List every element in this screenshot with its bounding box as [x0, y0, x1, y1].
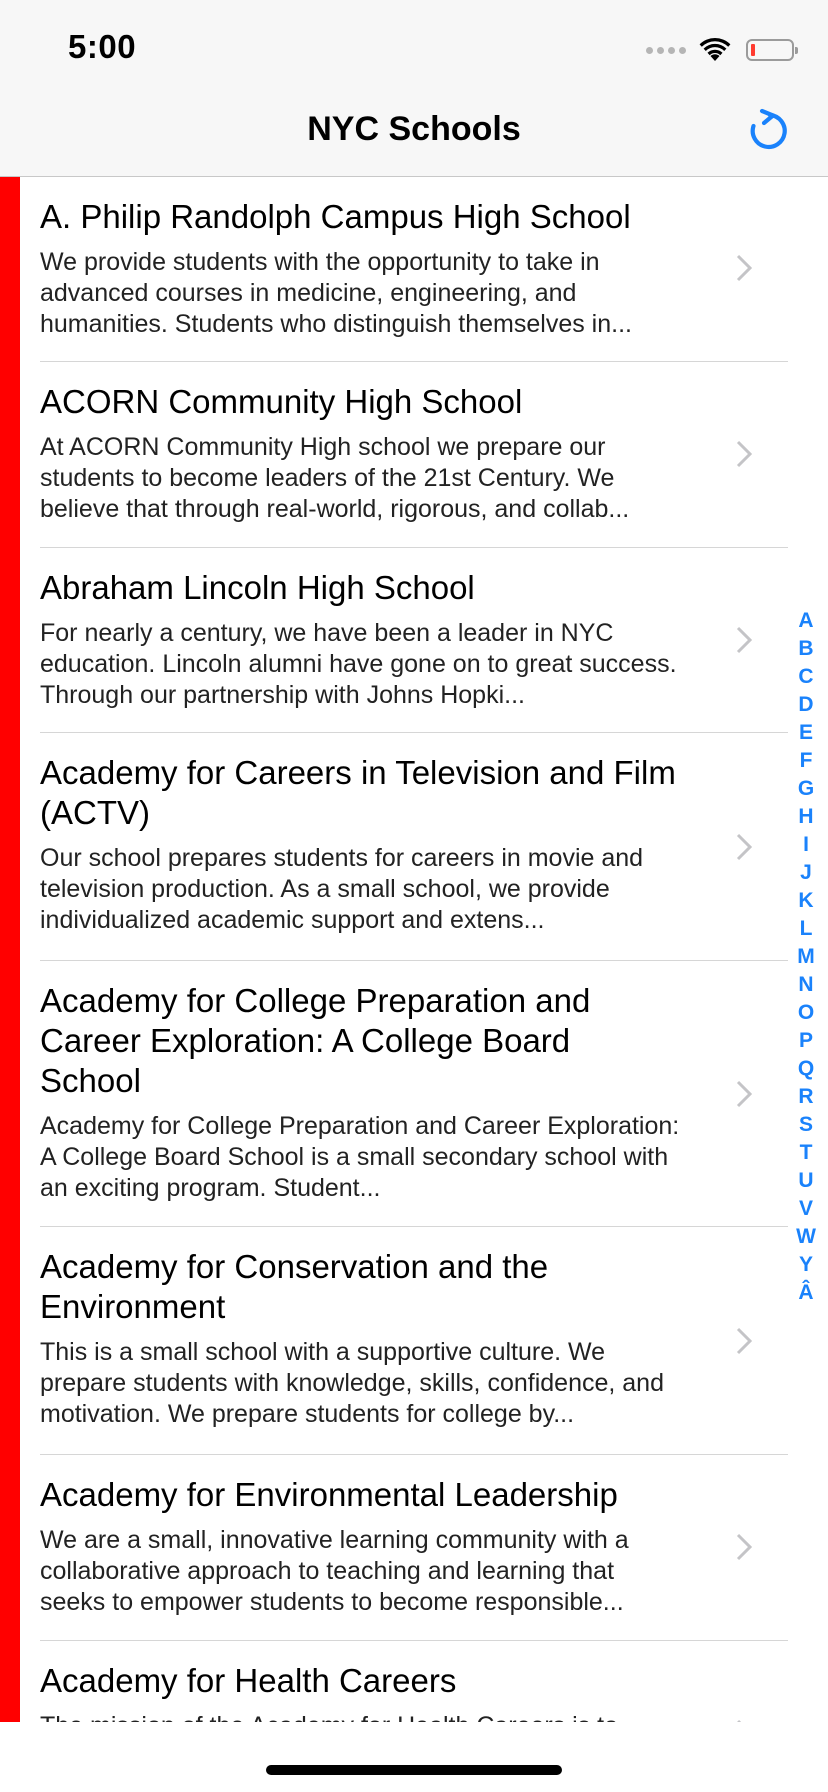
chevron-right-icon — [736, 626, 752, 654]
school-name: Academy for Careers in Television and Fi… — [40, 754, 676, 831]
section-index-letter[interactable]: D — [798, 691, 813, 719]
screen: 5:00 NYC Schools A. Philip Randolph Camp… — [0, 0, 828, 1792]
section-index-letter[interactable]: A — [798, 607, 813, 635]
status-indicators — [646, 34, 798, 66]
nav-title: NYC Schools — [307, 110, 521, 148]
cellular-signal-icon — [646, 46, 686, 54]
navigation-bar: 5:00 NYC Schools — [0, 0, 828, 177]
school-row[interactable]: Academy for Environmental Leadership We … — [0, 1455, 790, 1641]
section-index-letter[interactable]: J — [800, 859, 812, 887]
school-name: Academy for College Preparation and Care… — [40, 982, 591, 1099]
school-row[interactable]: Academy for Health Careers The mission o… — [0, 1641, 790, 1722]
section-index-letter[interactable]: S — [799, 1111, 813, 1139]
chevron-right-icon — [736, 254, 752, 282]
home-indicator[interactable] — [266, 1765, 562, 1775]
section-index-letter[interactable]: H — [798, 803, 813, 831]
row-accent-bar — [0, 177, 20, 362]
chevron-right-icon — [736, 833, 752, 861]
refresh-icon[interactable] — [744, 106, 792, 154]
section-index-letter[interactable]: U — [798, 1167, 813, 1195]
row-accent-bar — [0, 362, 20, 548]
section-index-letter[interactable]: T — [800, 1139, 813, 1167]
section-index-letter[interactable]: V — [799, 1195, 813, 1223]
school-name: Academy for Environmental Leadership — [40, 1476, 618, 1513]
school-description: Our school prepares students for careers… — [40, 844, 644, 934]
school-description: We provide students with the opportunity… — [40, 248, 632, 338]
school-name: Abraham Lincoln High School — [40, 569, 475, 606]
school-description: This is a small school with a supportive… — [40, 1338, 664, 1428]
school-description: Academy for College Preparation and Care… — [40, 1112, 680, 1202]
school-row[interactable]: ACORN Community High School At ACORN Com… — [0, 362, 790, 548]
section-index-letter[interactable]: Y — [799, 1251, 813, 1279]
section-index-letter[interactable]: G — [798, 775, 814, 803]
section-index-letter[interactable]: O — [798, 999, 814, 1027]
row-accent-bar — [0, 961, 20, 1227]
school-description: We are a small, innovative learning comm… — [40, 1526, 629, 1616]
section-index-letter[interactable]: R — [798, 1083, 813, 1111]
status-time: 5:00 — [68, 28, 137, 65]
row-accent-bar — [0, 1641, 20, 1722]
section-index-letter[interactable]: K — [798, 887, 813, 915]
school-description: For nearly a century, we have been a lea… — [40, 619, 677, 709]
school-row[interactable]: A. Philip Randolph Campus High School We… — [0, 177, 790, 362]
section-index-letter[interactable]: I — [803, 831, 809, 859]
school-description: At ACORN Community High school we prepar… — [40, 433, 630, 523]
section-index-letter[interactable]: C — [798, 663, 813, 691]
school-description: The mission of the Academy for Health Ca… — [40, 1711, 680, 1722]
school-name: Academy for Conservation and the Environ… — [40, 1248, 549, 1325]
battery-icon — [746, 39, 798, 61]
section-index-letter[interactable]: P — [799, 1027, 813, 1055]
chevron-right-icon — [736, 440, 752, 468]
section-index-letter[interactable]: W — [796, 1223, 816, 1251]
section-index-letter[interactable]: L — [800, 915, 813, 943]
section-index-letter[interactable]: F — [800, 747, 813, 775]
row-accent-bar — [0, 733, 20, 961]
section-index-letter[interactable]: Â — [798, 1279, 813, 1307]
chevron-right-icon — [736, 1533, 752, 1561]
section-index-letter[interactable]: E — [799, 719, 813, 747]
school-name: A. Philip Randolph Campus High School — [40, 198, 631, 235]
chevron-right-icon — [736, 1327, 752, 1355]
section-index[interactable]: A B C D E F G H I J K L M N O P Q R S T … — [792, 607, 820, 1307]
section-index-letter[interactable]: B — [798, 635, 813, 663]
school-row[interactable]: Academy for Careers in Television and Fi… — [0, 733, 790, 961]
section-index-letter[interactable]: N — [798, 971, 813, 999]
bottom-safe-area — [0, 1722, 828, 1792]
school-row[interactable]: Academy for College Preparation and Care… — [0, 961, 790, 1227]
row-accent-bar — [0, 548, 20, 733]
school-name: ACORN Community High School — [40, 383, 523, 420]
chevron-right-icon — [736, 1080, 752, 1108]
section-index-letter[interactable]: M — [797, 943, 815, 971]
section-index-letter[interactable]: Q — [798, 1055, 814, 1083]
school-row[interactable]: Abraham Lincoln High School For nearly a… — [0, 548, 790, 733]
school-list[interactable]: A. Philip Randolph Campus High School We… — [0, 177, 828, 1722]
row-accent-bar — [0, 1227, 20, 1455]
school-row[interactable]: Academy for Conservation and the Environ… — [0, 1227, 790, 1455]
row-accent-bar — [0, 1455, 20, 1641]
wifi-icon — [699, 38, 731, 61]
school-name: Academy for Health Careers — [40, 1662, 457, 1699]
